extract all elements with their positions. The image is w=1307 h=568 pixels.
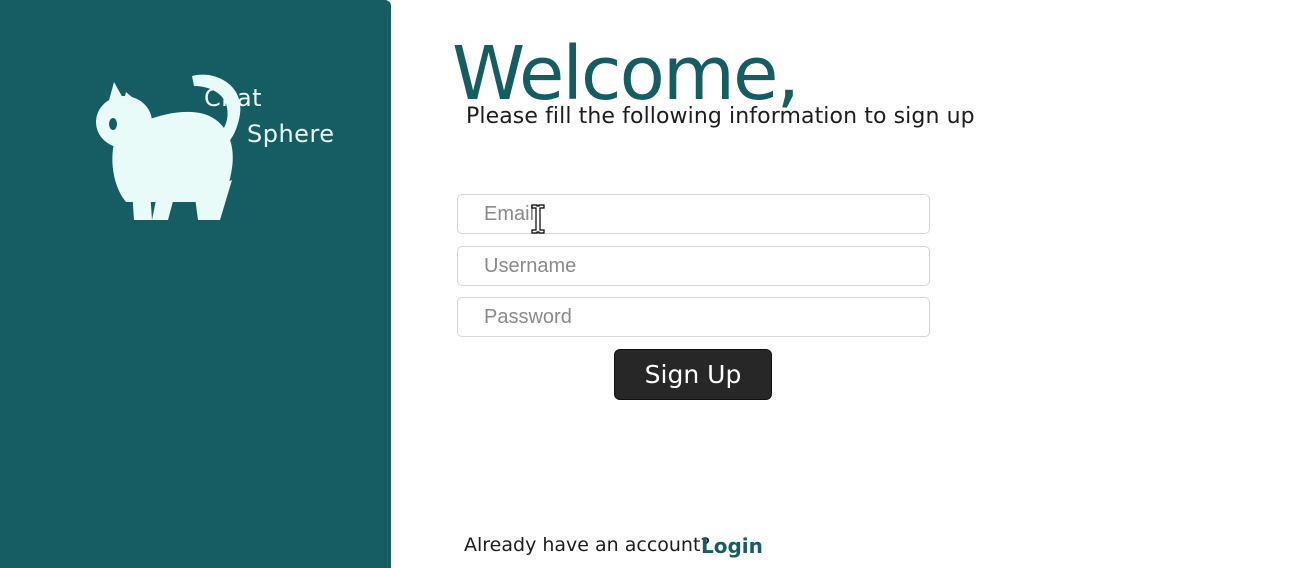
username-field[interactable] <box>457 246 930 286</box>
login-prompt: Already have an account? <box>464 534 711 556</box>
logo-text-line2: Sphere <box>247 120 335 148</box>
sidebar: Chat Sphere <box>0 0 391 568</box>
email-field[interactable] <box>457 194 930 234</box>
logo-text-line1: Chat <box>204 84 263 112</box>
signup-page: Chat Sphere Welcome, Please fill the fol… <box>0 0 1307 568</box>
text-cursor-icon <box>531 204 545 234</box>
app-logo: Chat Sphere <box>86 70 346 230</box>
login-link[interactable]: Login <box>701 534 763 558</box>
page-subtitle: Please fill the following information to… <box>466 104 975 129</box>
sign-up-button[interactable]: Sign Up <box>614 349 772 400</box>
password-field[interactable] <box>457 297 930 337</box>
